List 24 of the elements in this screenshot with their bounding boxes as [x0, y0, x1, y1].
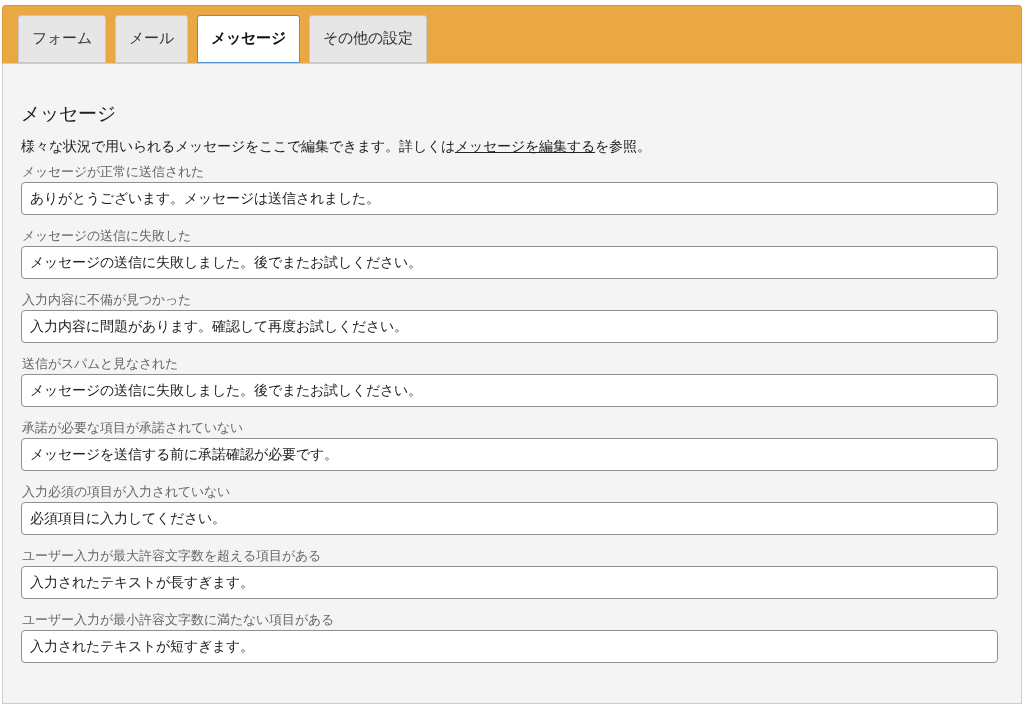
message-input[interactable]: メッセージの送信に失敗しました。後でまたお試しください。 — [21, 246, 998, 279]
help-link[interactable]: メッセージを編集する — [455, 136, 595, 156]
tab[interactable]: その他の設定 — [309, 15, 427, 63]
message-input[interactable]: 入力されたテキストが短すぎます。 — [21, 630, 998, 663]
field-label: ユーザー入力が最小許容文字数に満たない項目がある — [21, 611, 335, 629]
field-label: メッセージが正常に送信された — [21, 163, 205, 181]
tab[interactable]: メッセージ — [197, 15, 300, 63]
field-label: 承諾が必要な項目が承諾されていない — [21, 419, 244, 437]
field-label: 送信がスパムと見なされた — [21, 355, 179, 373]
field-label: 入力必須の項目が入力されていない — [21, 483, 231, 501]
field-label: メッセージの送信に失敗した — [21, 227, 192, 245]
message-input[interactable]: メッセージを送信する前に承諾確認が必要です。 — [21, 438, 998, 471]
message-input[interactable]: 入力内容に問題があります。確認して再度お試しください。 — [21, 310, 998, 343]
message-input[interactable]: 必須項目に入力してください。 — [21, 502, 998, 535]
section-title: メッセージ — [21, 101, 117, 126]
message-input[interactable]: ありがとうございます。メッセージは送信されました。 — [21, 182, 998, 215]
message-input[interactable]: メッセージの送信に失敗しました。後でまたお試しください。 — [21, 374, 998, 407]
field-label: ユーザー入力が最大許容文字数を超える項目がある — [21, 547, 322, 565]
tab[interactable]: フォーム — [18, 15, 106, 63]
message-input[interactable]: 入力されたテキストが長すぎます。 — [21, 566, 998, 599]
tab[interactable]: メール — [115, 15, 188, 63]
description-text: 様々な状況で用いられるメッセージをここで編集できます。詳しくは — [21, 137, 455, 156]
description-text: を参照。 — [595, 137, 651, 156]
field-label: 入力内容に不備が見つかった — [21, 291, 192, 309]
